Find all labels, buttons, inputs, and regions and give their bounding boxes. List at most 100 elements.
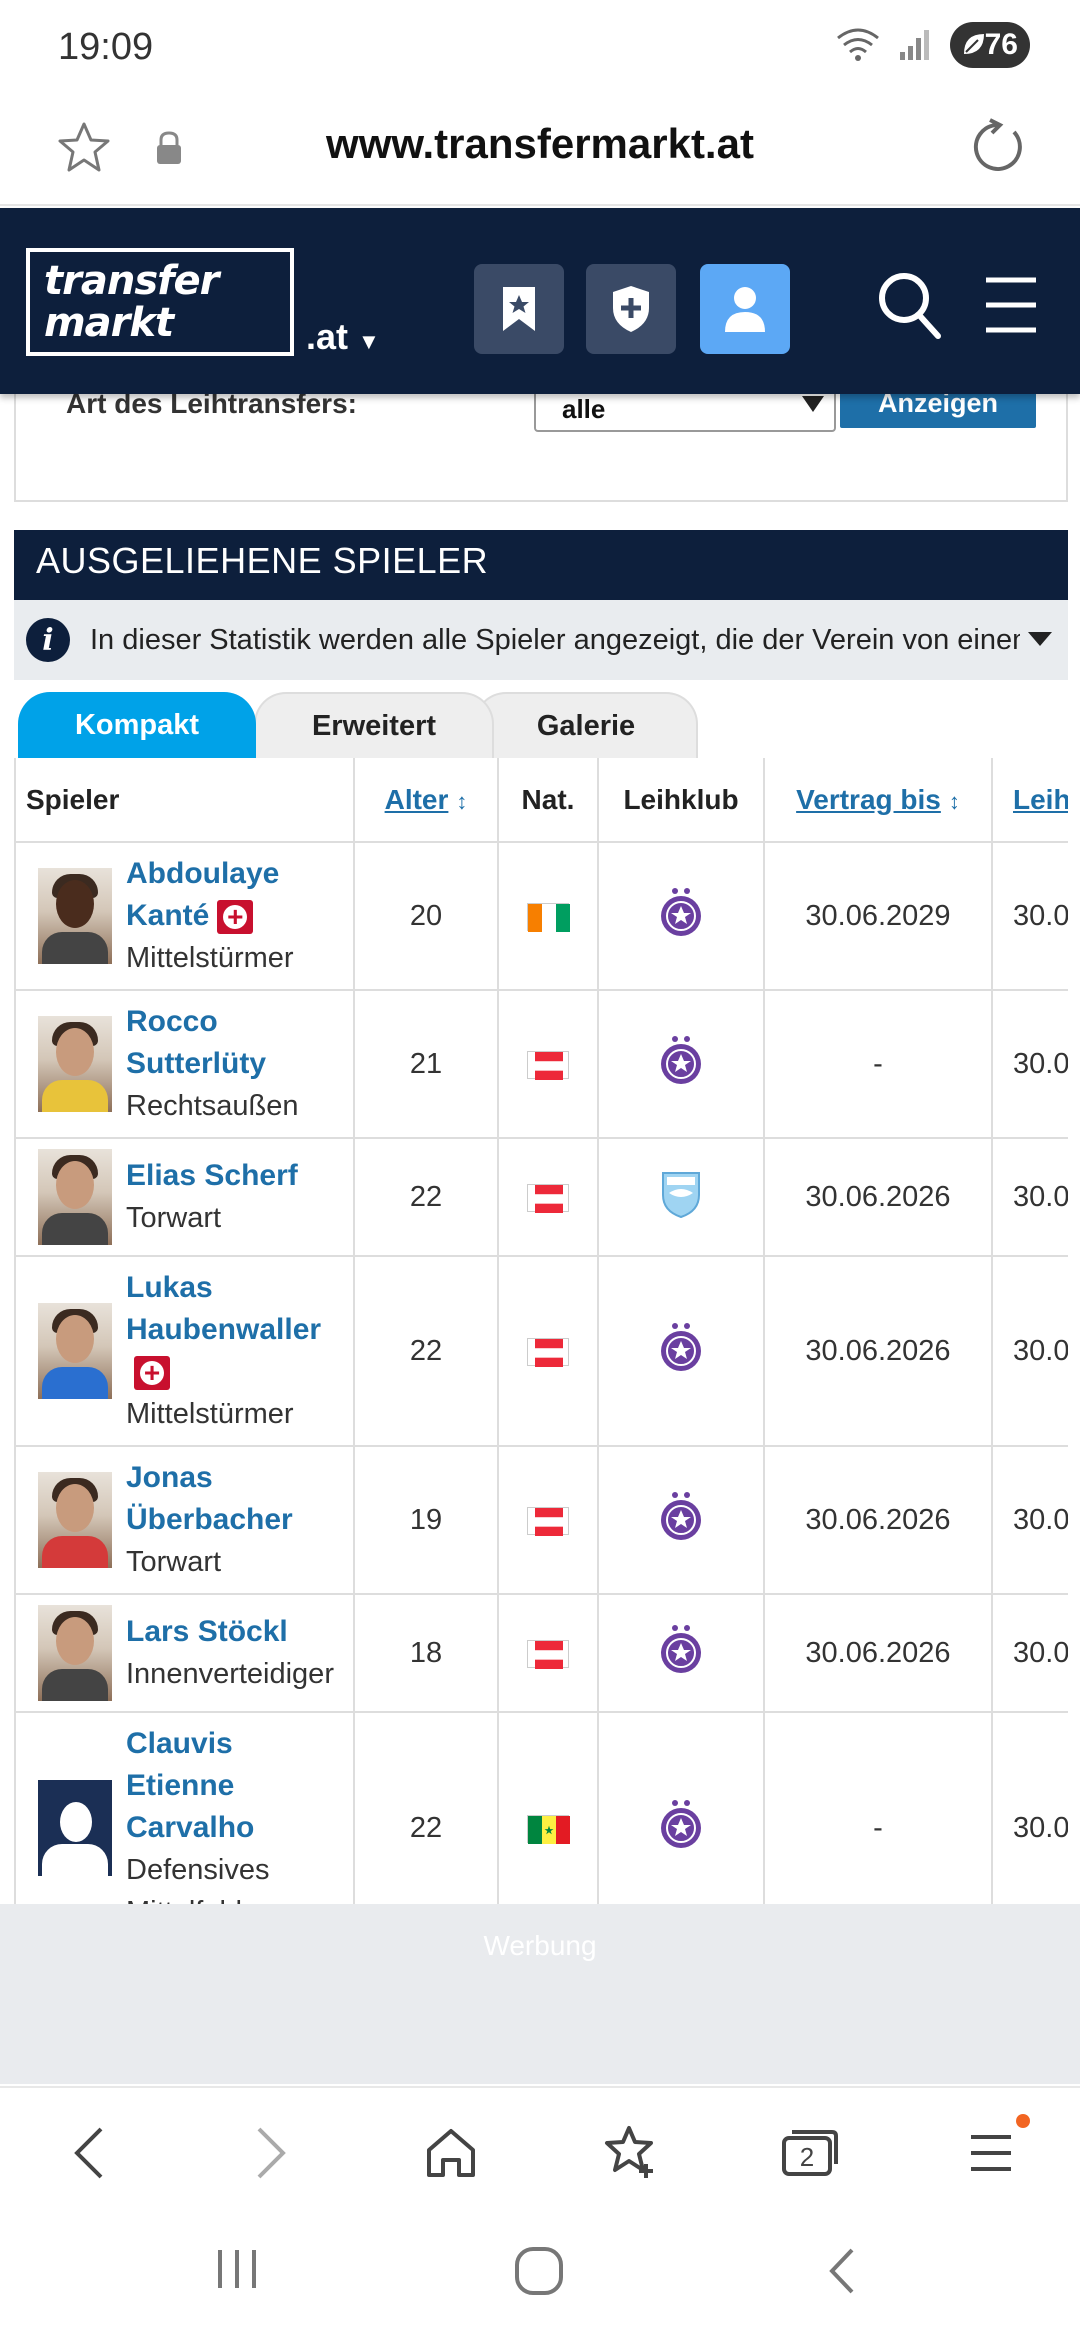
home-button[interactable] <box>416 2118 486 2188</box>
player-name-link[interactable]: Rocco Sutterlüty <box>126 1001 299 1085</box>
player-name-line2[interactable]: Kanté <box>126 899 209 932</box>
header-contract-label[interactable]: Vertrag bis <box>796 784 941 815</box>
header-loan-label[interactable]: Leihvertrag bis <box>1013 784 1068 815</box>
table-row[interactable]: Jonas Überbacher Torwart 19 30.06.2026 30… <box>16 1446 1068 1595</box>
aut-flag-icon[interactable] <box>527 1337 569 1367</box>
club-crest-icon[interactable] <box>659 1623 703 1683</box>
civ-flag-icon[interactable] <box>527 902 570 932</box>
table-row[interactable]: Rocco Sutterlüty Rechtsaußen 21 - 30.06.2… <box>16 990 1068 1139</box>
my-club-button[interactable] <box>586 264 676 354</box>
player-position: Torwart <box>126 1202 222 1234</box>
logo-line-1: transfer <box>44 258 219 304</box>
player-photo[interactable] <box>38 1303 112 1399</box>
player-name-link[interactable]: Lukas Haubenwaller <box>126 1267 347 1393</box>
player-name-line2[interactable]: Überbacher <box>126 1503 293 1536</box>
expand-caret-icon[interactable] <box>1028 632 1052 646</box>
player-photo[interactable] <box>38 868 112 964</box>
player-name-line1[interactable]: Abdoulaye <box>126 857 279 890</box>
player-position: Mittelstürmer <box>126 942 294 974</box>
injury-icon[interactable] <box>134 1356 170 1391</box>
nat-cell <box>498 1594 599 1713</box>
club-crest-icon[interactable] <box>659 1798 703 1858</box>
nat-cell <box>498 990 599 1139</box>
logo-line-2: markt <box>44 300 174 346</box>
tabs-button[interactable]: 2 <box>774 2118 844 2188</box>
club-crest-icon[interactable] <box>657 1167 705 1227</box>
forward-arrow-icon <box>257 2127 286 2179</box>
club-cell <box>598 1138 765 1257</box>
transfermarkt-logo[interactable]: transfer markt <box>26 248 294 356</box>
nat-cell <box>498 1256 599 1447</box>
browser-menu-button[interactable] <box>956 2114 1030 2188</box>
tab-extended[interactable]: Erweitert <box>254 692 494 758</box>
recent-apps-icon[interactable] <box>212 2244 262 2294</box>
player-name-link[interactable]: Lars Stöckl <box>126 1611 334 1653</box>
header-contract[interactable]: Vertrag bis ↕ <box>764 758 993 843</box>
header-loan[interactable]: Leihvertrag bis <box>992 758 1068 843</box>
table-row[interactable]: Elias Scherf Torwart 22 30.06.2026 30.06… <box>16 1138 1068 1257</box>
player-name-link[interactable]: Jonas Überbacher <box>126 1457 293 1541</box>
table-row[interactable]: Lukas Haubenwaller Mittelstürmer 22 30.06… <box>16 1256 1068 1447</box>
table-row[interactable]: Lars Stöckl Innenverteidiger 18 30.06.20… <box>16 1594 1068 1713</box>
sen-flag-icon[interactable] <box>527 1814 570 1844</box>
player-name-line1[interactable]: Elias Scherf <box>126 1159 298 1192</box>
header-age-label[interactable]: Alter <box>385 784 449 815</box>
club-crest-icon[interactable] <box>659 886 703 946</box>
battery-indicator: 76 <box>950 22 1030 68</box>
menu-icon[interactable] <box>982 270 1040 340</box>
account-button[interactable] <box>700 264 790 354</box>
players-table: Spieler Alter ↕ Nat. Leihklub Vertrag bis… <box>16 758 1068 1945</box>
player-name-line2[interactable]: Sutterlüty <box>126 1047 266 1080</box>
table-row[interactable]: Abdoulaye Kanté Mittelstürmer 20 30.06.20… <box>16 842 1068 991</box>
player-name-line1[interactable]: Clauvis Etienne <box>126 1727 234 1802</box>
player-photo[interactable] <box>38 1016 112 1112</box>
players-table-wrap[interactable]: Spieler Alter ↕ Nat. Leihklub Vertrag bis… <box>14 758 1068 1947</box>
info-bar[interactable]: i In dieser Statistik werden alle Spiele… <box>14 600 1068 680</box>
domain-selector[interactable]: .at ▼ <box>306 316 380 358</box>
forward-button[interactable] <box>236 2118 306 2188</box>
club-cell <box>598 1594 765 1713</box>
player-name-line2[interactable]: Haubenwaller <box>126 1313 321 1346</box>
player-photo[interactable] <box>38 1605 112 1701</box>
contract-cell: - <box>764 990 993 1139</box>
aut-flag-icon[interactable] <box>527 1183 569 1213</box>
header-age[interactable]: Alter ↕ <box>354 758 499 843</box>
loan-cell: 30.06.2025 <box>992 1446 1068 1595</box>
tab-compact[interactable]: Kompakt <box>18 692 256 758</box>
club-crest-icon[interactable] <box>659 1490 703 1550</box>
player-name-line1[interactable]: Lars Stöckl <box>126 1615 288 1648</box>
player-photo[interactable] <box>38 1149 112 1245</box>
aut-flag-icon[interactable] <box>527 1639 569 1669</box>
reload-icon[interactable] <box>968 118 1026 176</box>
back-button[interactable] <box>54 2118 124 2188</box>
home-circle-icon[interactable] <box>512 2244 566 2298</box>
injury-icon[interactable] <box>217 900 254 935</box>
watchlist-button[interactable] <box>474 264 564 354</box>
aut-flag-icon[interactable] <box>527 1506 569 1536</box>
player-name-line1[interactable]: Jonas <box>126 1461 213 1494</box>
club-crest-icon[interactable] <box>659 1321 703 1381</box>
player-name-line1[interactable]: Lukas <box>126 1271 213 1304</box>
back-arrow-icon <box>74 2127 103 2179</box>
player-name-link[interactable]: Abdoulaye Kanté <box>126 853 294 937</box>
status-bar: 19:09 76 <box>0 0 1080 96</box>
player-name-line2[interactable]: Carvalho <box>126 1811 254 1844</box>
player-photo[interactable] <box>38 1472 112 1568</box>
system-back-icon[interactable] <box>822 2244 862 2298</box>
player-name-link[interactable]: Clauvis Etienne Carvalho <box>126 1723 347 1849</box>
player-info: Abdoulaye Kanté Mittelstürmer <box>126 853 294 979</box>
nat-cell <box>498 842 599 991</box>
player-name-line1[interactable]: Rocco <box>126 1005 218 1038</box>
player-photo[interactable] <box>38 1780 112 1876</box>
tab-gallery[interactable]: Galerie <box>474 692 698 758</box>
club-cell <box>598 990 765 1139</box>
site-header: transfer markt .at ▼ <box>0 208 1080 394</box>
favorites-button[interactable] <box>596 2118 666 2188</box>
browser-url-bar: www.transfermarkt.at <box>0 96 1080 206</box>
aut-flag-icon[interactable] <box>527 1050 569 1080</box>
hamburger-icon <box>971 2135 1011 2171</box>
club-crest-icon[interactable] <box>659 1034 703 1094</box>
url-text[interactable]: www.transfermarkt.at <box>0 120 1080 168</box>
search-icon[interactable] <box>876 270 944 342</box>
player-name-link[interactable]: Elias Scherf <box>126 1155 298 1197</box>
